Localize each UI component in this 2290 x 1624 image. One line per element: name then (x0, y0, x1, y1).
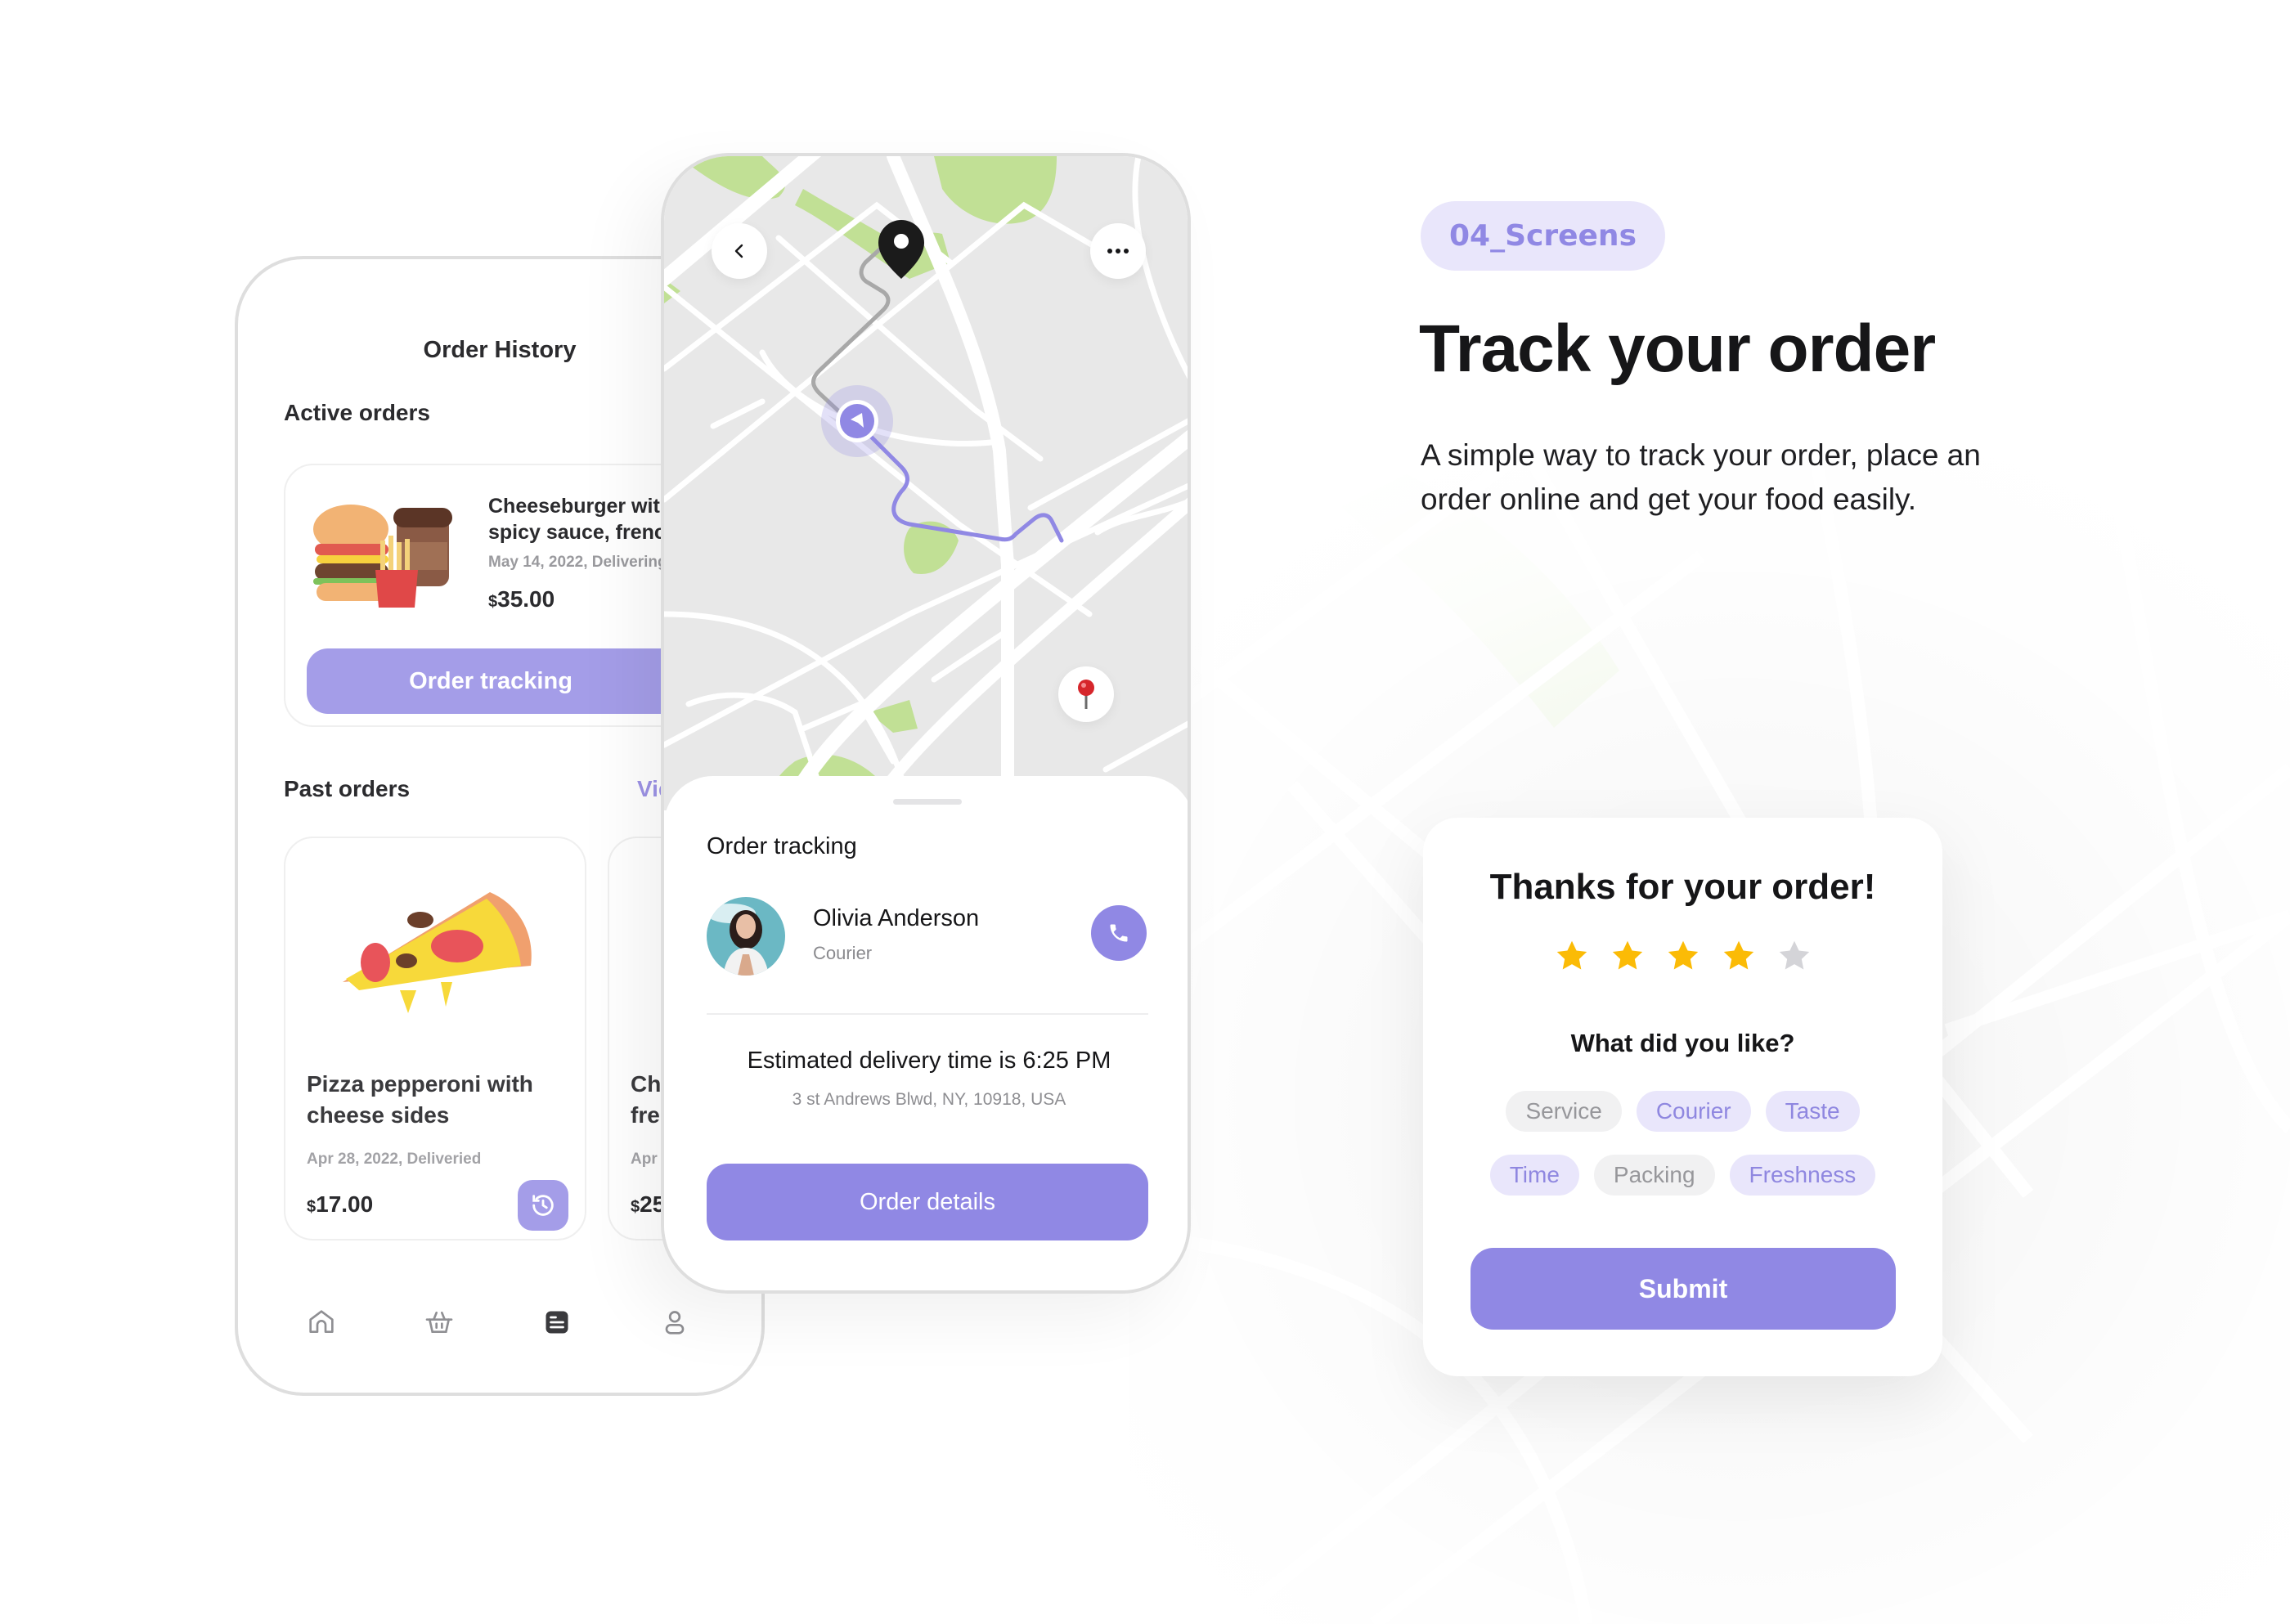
courier-name: Olivia Anderson (813, 905, 980, 931)
courier-avatar (707, 897, 785, 976)
active-orders-heading: Active orders (284, 400, 430, 425)
tracking-bottom-sheet: Order tracking Olivia Anderson Courier E… (664, 776, 1188, 1290)
burger-fries-coffee-image (313, 505, 452, 608)
star-filled-icon[interactable] (1609, 937, 1646, 975)
divider (707, 1013, 1148, 1015)
star-filled-icon[interactable] (1664, 937, 1702, 975)
basket-icon (425, 1312, 453, 1333)
feedback-chip-time[interactable]: Time (1489, 1155, 1579, 1196)
estimated-delivery-time: Estimated delivery time is 6:25 PM (747, 1048, 1111, 1074)
more-horizontal-icon (1107, 249, 1129, 253)
call-courier-button[interactable] (1091, 905, 1147, 961)
home-icon (309, 1310, 334, 1333)
nav-home[interactable] (303, 1304, 339, 1340)
feedback-chips-row-2: Time Packing Freshness (1423, 1155, 1942, 1196)
rating-card: Thanks for your order! What did you like… (1423, 818, 1942, 1376)
sheet-title: Order tracking (707, 833, 857, 859)
order-details-button[interactable]: Order details (707, 1164, 1148, 1240)
pizza-slice-image (343, 892, 532, 1013)
past-orders-heading: Past orders (284, 776, 411, 801)
orders-icon (546, 1311, 568, 1334)
hero-title: Track your order (1419, 312, 1936, 386)
section-badge: 04_Screens (1421, 201, 1665, 271)
past-order-price: $17.00 (307, 1191, 374, 1217)
feedback-chip-freshness[interactable]: Freshness (1729, 1155, 1876, 1196)
past-order-name: Pizza pepperoni with cheese sides (307, 1071, 533, 1128)
past-order-card[interactable]: Pizza pepperoni with cheese sides Apr 28… (284, 837, 586, 1240)
nav-profile[interactable] (657, 1304, 693, 1340)
feedback-chip-packing[interactable]: Packing (1593, 1155, 1715, 1196)
reorder-button[interactable] (518, 1180, 568, 1231)
order-tracking-screen: Order tracking Olivia Anderson Courier E… (661, 153, 1191, 1294)
nav-orders[interactable] (539, 1304, 575, 1340)
feedback-question: What did you like? (1570, 1029, 1795, 1057)
active-order-date-status: May 14, 2022, Delivering (488, 554, 667, 571)
reorder-history-icon (532, 1195, 554, 1216)
nav-basket[interactable] (421, 1304, 457, 1340)
feedback-chip-courier[interactable]: Courier (1636, 1091, 1751, 1132)
back-button[interactable] (712, 223, 767, 279)
destination-pushpin-icon (1078, 680, 1094, 709)
feedback-chips-row-1: Service Courier Taste (1423, 1091, 1942, 1132)
star-rating[interactable] (1423, 937, 1942, 975)
active-order-price: $35.00 (488, 586, 555, 612)
delivery-address: 3 st Andrews Blwd, NY, 10918, USA (792, 1090, 1066, 1109)
courier-navigation-marker (821, 385, 893, 457)
feedback-chip-service[interactable]: Service (1506, 1091, 1622, 1132)
star-filled-icon[interactable] (1553, 937, 1591, 975)
rating-title: Thanks for your order! (1489, 867, 1876, 907)
chevron-left-icon (734, 244, 743, 258)
courier-role: Courier (813, 943, 873, 963)
destination-pin-bubble[interactable] (1058, 666, 1114, 722)
star-empty-icon[interactable] (1776, 937, 1813, 975)
past-order-date-status: Apr 28, 2022, Deliveried (307, 1151, 482, 1168)
more-button[interactable] (1090, 223, 1146, 279)
sheet-drag-handle[interactable] (893, 799, 962, 805)
bottom-nav (238, 1288, 761, 1353)
submit-button[interactable]: Submit (1471, 1248, 1896, 1330)
feedback-chip-taste[interactable]: Taste (1765, 1091, 1860, 1132)
star-filled-icon[interactable] (1720, 937, 1758, 975)
profile-icon (665, 1311, 685, 1335)
hero-description: A simple way to track your order, place … (1421, 438, 1981, 516)
phone-icon (1110, 924, 1128, 942)
